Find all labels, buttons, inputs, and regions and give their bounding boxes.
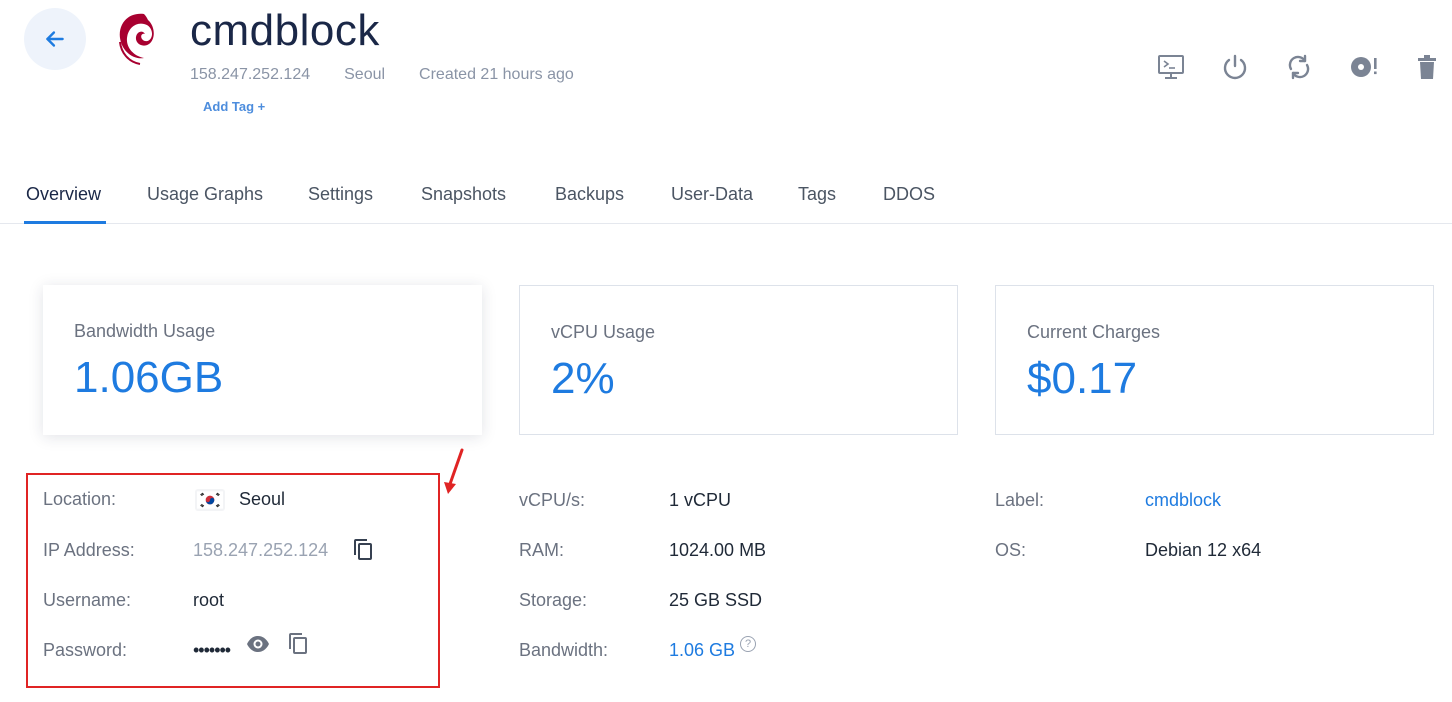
detail-label: RAM: xyxy=(519,540,564,560)
back-button[interactable] xyxy=(24,8,86,70)
tab-bar: Overview Usage Graphs Settings Snapshots… xyxy=(0,168,1452,224)
reinstall-button[interactable] xyxy=(1346,50,1380,84)
tab-user-data[interactable]: User-Data xyxy=(671,184,753,221)
vcpu-value: 1 vCPU xyxy=(669,490,732,510)
server-actions xyxy=(1154,50,1444,84)
detail-label: IP Address: xyxy=(43,540,135,560)
storage-value: 25 GB SSD xyxy=(669,590,763,610)
card-label: vCPU Usage xyxy=(551,322,656,342)
power-icon xyxy=(1223,54,1247,80)
south-korea-flag-icon xyxy=(195,489,225,511)
card-label: Bandwidth Usage xyxy=(74,321,216,341)
detail-label: Bandwidth: xyxy=(519,640,609,660)
console-icon xyxy=(1158,55,1184,79)
copy-ip-button[interactable] xyxy=(351,537,375,561)
detail-value: Seoul xyxy=(239,489,286,509)
reinstall-icon xyxy=(1351,57,1377,77)
tab-backups[interactable]: Backups xyxy=(555,184,624,221)
detail-label: Username: xyxy=(43,590,132,610)
card-value: 1.06GB xyxy=(74,353,224,402)
detail-label: Location: xyxy=(43,489,117,509)
debian-logo-icon xyxy=(119,13,154,65)
label-value-link[interactable]: cmdblock xyxy=(1145,490,1221,511)
detail-label: Storage: xyxy=(519,590,588,610)
server-location: Seoul xyxy=(344,66,386,83)
card-value: 2% xyxy=(551,354,615,403)
bandwidth-value[interactable]: 1.06 GB xyxy=(669,640,735,661)
vcpu-usage-card: vCPU Usage 2% xyxy=(519,285,958,435)
username-value: root xyxy=(193,590,225,610)
detail-label: Label: xyxy=(995,490,1045,510)
copy-icon xyxy=(354,539,372,560)
help-icon[interactable]: ? xyxy=(740,636,756,652)
server-ip: 158.247.252.124 xyxy=(190,66,311,83)
trash-icon xyxy=(1418,55,1436,79)
card-label: Current Charges xyxy=(1027,322,1161,342)
copy-icon xyxy=(289,633,307,654)
console-button[interactable] xyxy=(1154,50,1188,84)
show-password-button[interactable] xyxy=(246,632,270,656)
arrow-annotation-icon xyxy=(444,448,464,494)
eye-icon xyxy=(247,636,269,652)
active-tab-indicator xyxy=(24,221,106,224)
copy-password-button[interactable] xyxy=(286,631,310,655)
bandwidth-usage-card: Bandwidth Usage 1.06GB xyxy=(43,285,482,435)
tab-usage-graphs[interactable]: Usage Graphs xyxy=(147,184,263,221)
detail-label: Password: xyxy=(43,640,128,660)
arrow-left-icon xyxy=(46,31,64,47)
restart-icon xyxy=(1288,54,1310,80)
tab-snapshots[interactable]: Snapshots xyxy=(421,184,506,221)
delete-button[interactable] xyxy=(1410,50,1444,84)
tab-tags[interactable]: Tags xyxy=(798,184,836,221)
server-meta: 158.247.252.124 Seoul Created 21 hours a… xyxy=(190,66,574,84)
tab-ddos[interactable]: DDOS xyxy=(883,184,935,221)
ram-value: 1024.00 MB xyxy=(669,540,767,560)
detail-label: OS: xyxy=(995,540,1027,560)
current-charges-card: Current Charges $0.17 xyxy=(995,285,1434,435)
tab-overview[interactable]: Overview xyxy=(26,184,101,221)
tab-settings[interactable]: Settings xyxy=(308,184,373,221)
card-value: $0.17 xyxy=(1027,354,1138,403)
server-title: cmdblock xyxy=(190,6,380,55)
detail-label: vCPU/s: xyxy=(519,490,586,510)
os-value: Debian 12 x64 xyxy=(1145,540,1262,560)
password-value: ••••••• xyxy=(193,640,231,660)
power-button[interactable] xyxy=(1218,50,1252,84)
ip-address-value: 158.247.252.124 xyxy=(193,540,329,560)
restart-button[interactable] xyxy=(1282,50,1316,84)
add-tag-link[interactable]: Add Tag + xyxy=(203,99,265,114)
server-created: Created 21 hours ago xyxy=(419,66,574,83)
